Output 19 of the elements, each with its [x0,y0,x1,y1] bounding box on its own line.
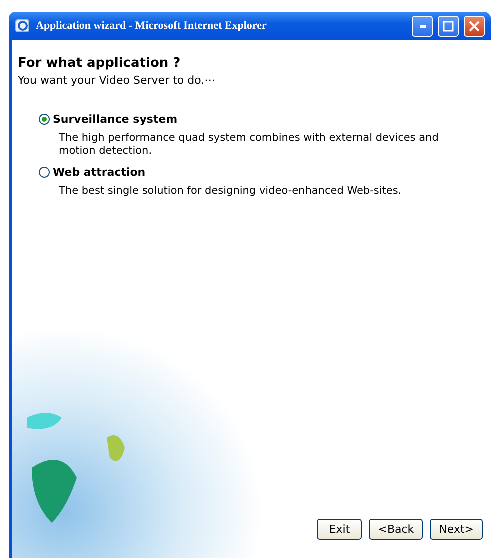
page-subheading: You want your Video Server to do.⋯ [18,74,217,87]
radio-option[interactable]: Web attraction [39,166,491,179]
option-description: The high performance quad system combines with external devices and motion detection. [59,132,440,158]
close-icon [469,20,480,32]
option-description: The best single solution for designing video-enhanced Web-sites. [59,185,403,198]
wizard-button[interactable]: Next> [430,519,483,540]
radio-icon[interactable] [39,167,50,178]
minimize-icon [420,24,426,28]
browser-icon [15,18,31,34]
page-heading: For what application ? [18,56,182,71]
minimize-button[interactable] [412,16,433,36]
wizard-button[interactable]: Exit [317,519,362,540]
maximize-button[interactable] [438,16,459,36]
wizard-button[interactable]: <Back [369,519,424,540]
close-button[interactable] [464,16,485,36]
maximize-icon [443,20,454,32]
radio-icon[interactable] [39,114,50,125]
radio-option[interactable]: Surveillance system [39,113,491,126]
window-title: Application wizard - Microsoft Internet Explorer [36,20,268,32]
